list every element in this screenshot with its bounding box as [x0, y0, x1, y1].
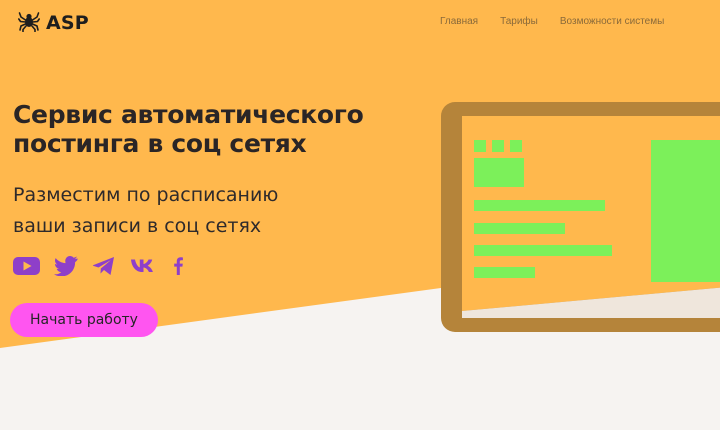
telegram-icon[interactable]: [92, 256, 116, 276]
twitter-icon[interactable]: [54, 256, 78, 276]
logo-text: ASP: [46, 12, 89, 34]
nav-item-home[interactable]: Главная: [440, 16, 478, 27]
dashboard-illustration: [441, 102, 720, 332]
start-work-button[interactable]: Начать работу: [10, 303, 158, 337]
hero-title-line-2: постинга в соц сетях: [13, 129, 307, 158]
logo[interactable]: ASP: [18, 10, 89, 36]
hero-subtitle-line-2: ваши записи в соц сетях: [13, 215, 262, 237]
hero-subtitle-line-1: Разместим по расписанию: [13, 184, 279, 206]
spider-icon: [18, 10, 40, 36]
nav-item-pricing[interactable]: Тарифы: [500, 16, 538, 27]
social-icons: [13, 256, 185, 276]
facebook-icon[interactable]: [171, 256, 185, 276]
youtube-icon[interactable]: [13, 256, 40, 276]
hero-title-line-1: Сервис автоматического: [13, 100, 364, 129]
vk-icon[interactable]: [130, 257, 157, 275]
nav-item-features[interactable]: Возможности системы: [560, 16, 664, 27]
hero-title: Сервис автоматического постинга в соц се…: [13, 100, 433, 158]
hero-subtitle: Разместим по расписанию ваши записи в со…: [13, 180, 433, 242]
top-nav: Главная Тарифы Возможности системы: [440, 16, 664, 27]
